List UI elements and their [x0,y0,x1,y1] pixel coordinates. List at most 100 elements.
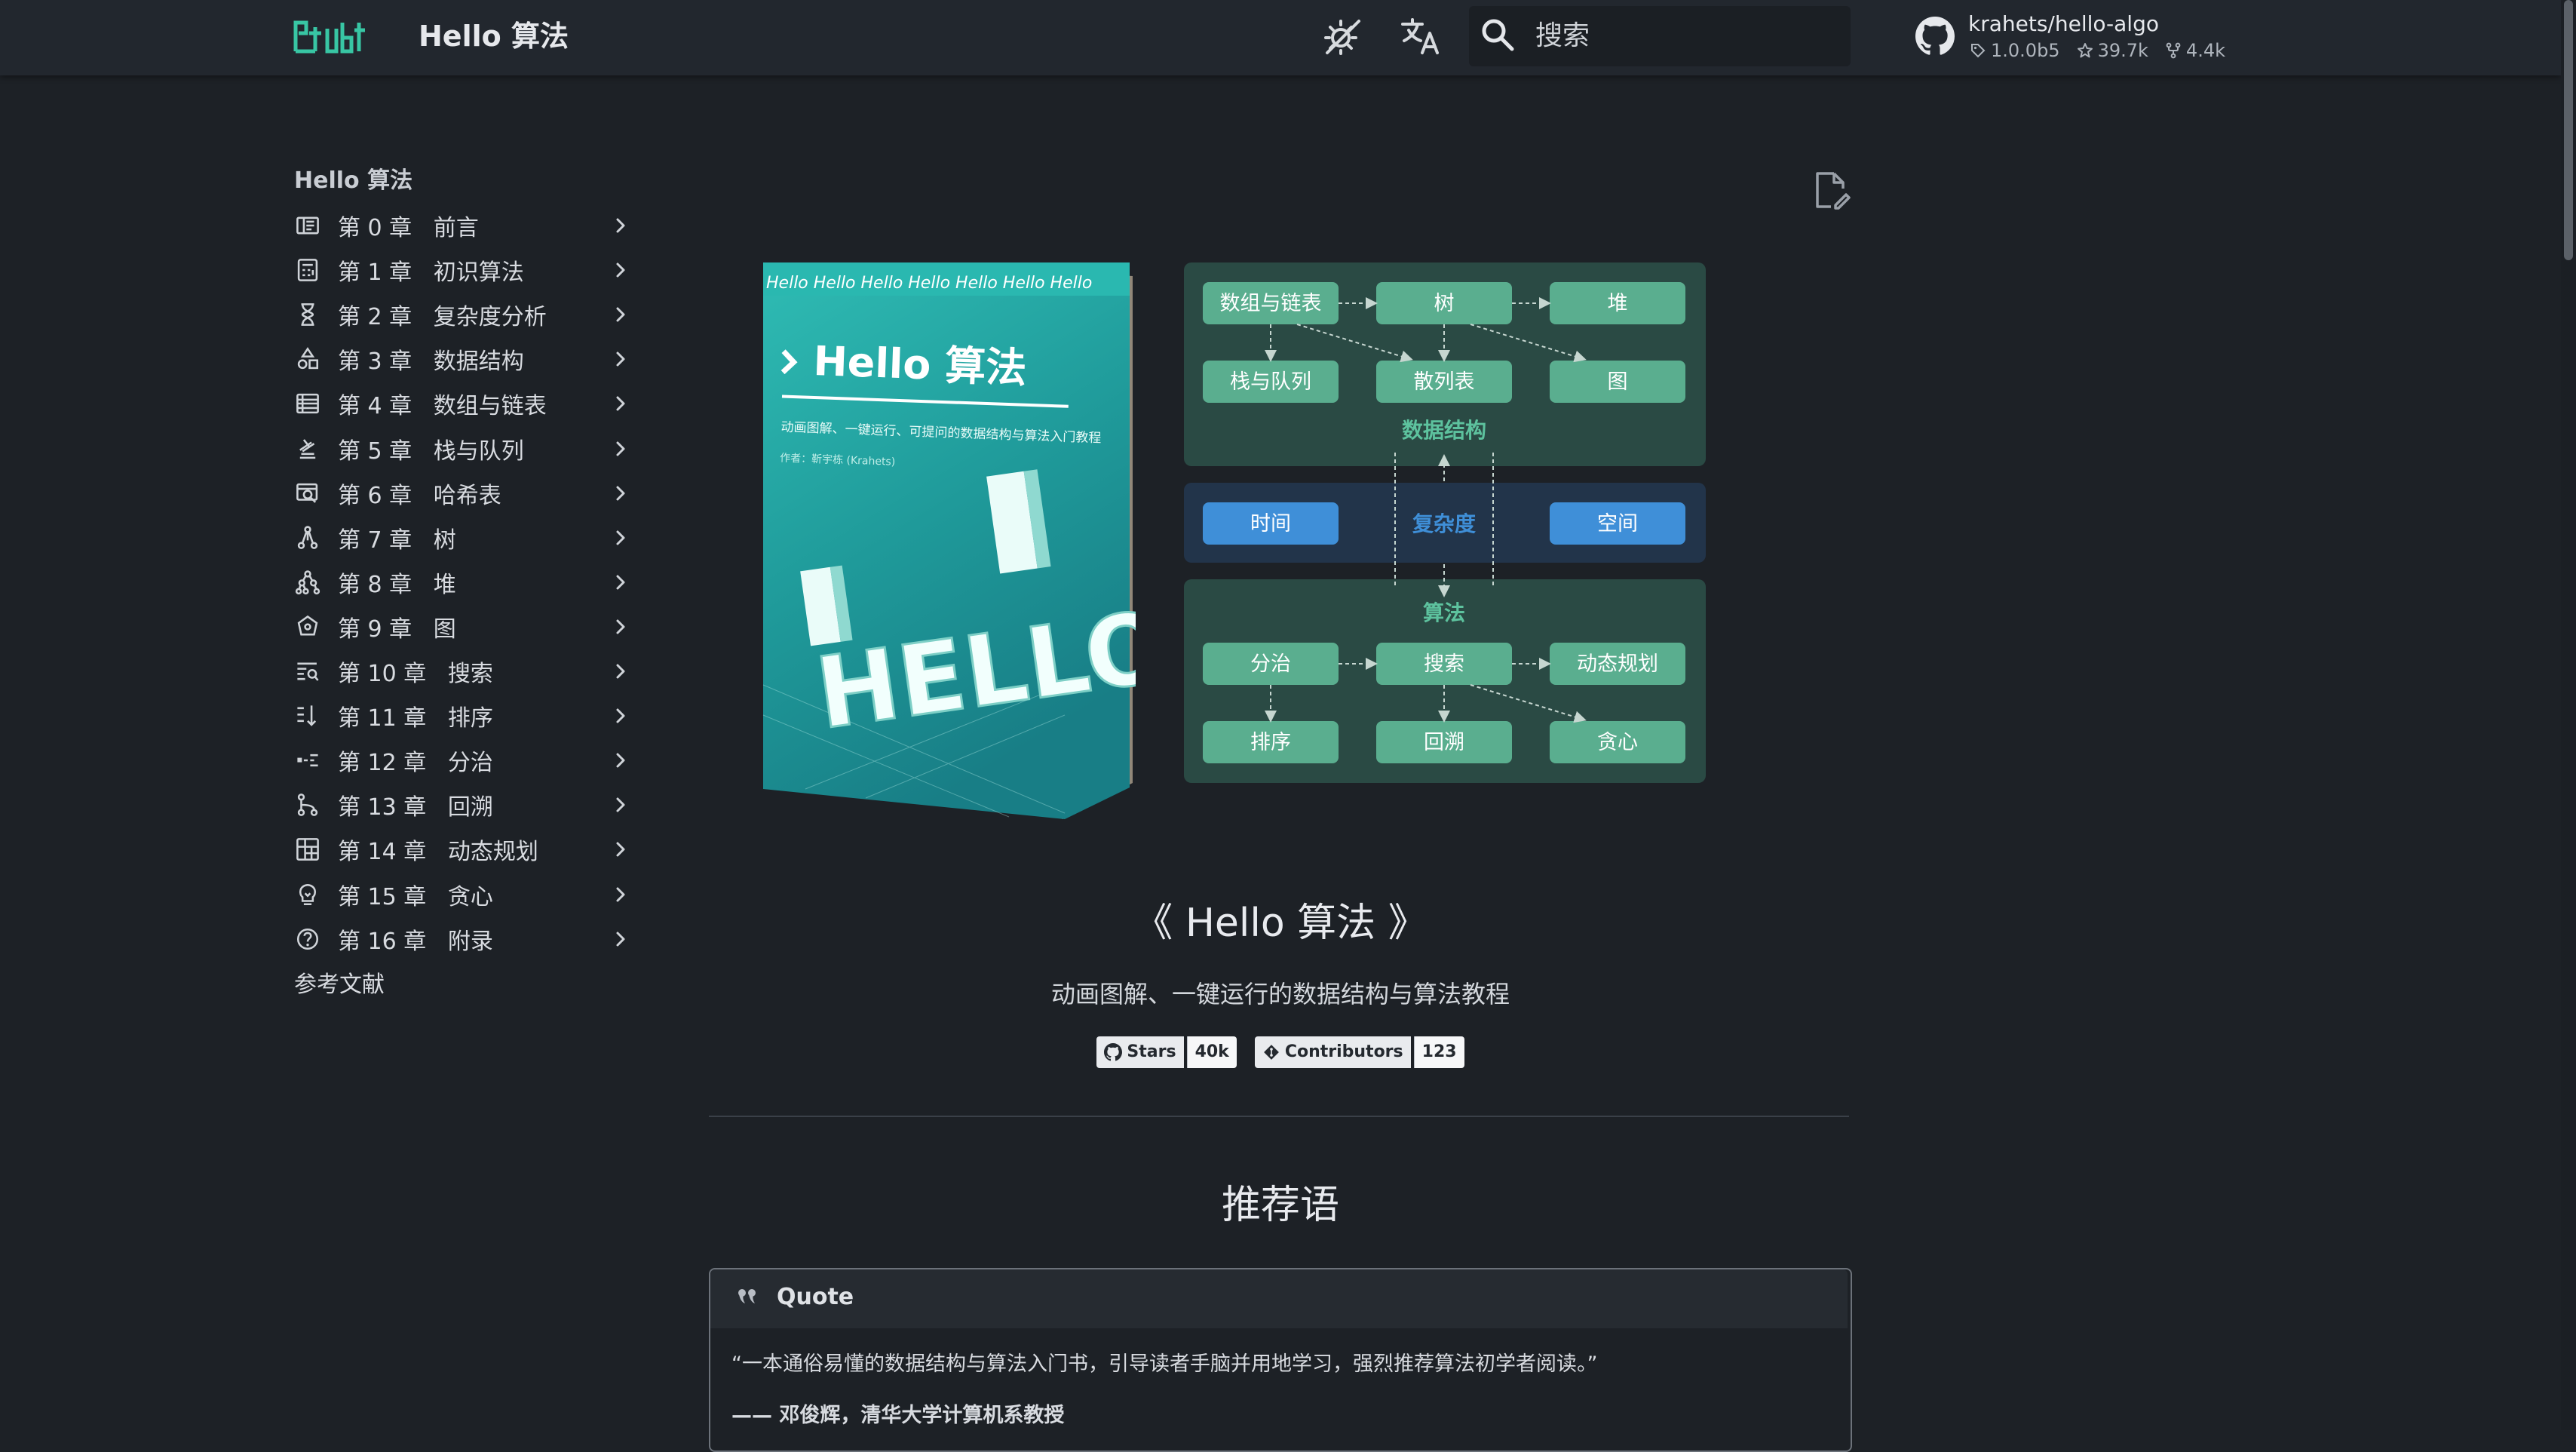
chevron-right-icon[interactable] [609,615,632,638]
grid-icon [293,834,323,864]
sidebar-item[interactable]: 第 8 章 堆 [293,563,632,601]
section-title: 推荐语 [1221,1183,1339,1228]
search-placeholder[interactable]: 搜索 [1535,17,1590,56]
nav-heading[interactable]: Hello 算法 [294,164,412,198]
chevron-right-icon[interactable] [609,928,632,950]
search-field[interactable] [1469,6,1851,66]
badge-label-text: Stars [1127,1042,1176,1061]
sidebar-item[interactable]: 第 5 章 栈与队列 [293,430,632,468]
diagram-node-label: 散列表 [1414,370,1475,394]
repo-forks-text: 4.4k [2185,40,2225,61]
shapes-icon [293,344,323,374]
repo-version-text: 1.0.0b5 [1991,40,2060,61]
chevron-right-icon[interactable] [609,794,632,816]
chevron-right-icon[interactable] [609,571,632,594]
sidebar-item[interactable]: 第 11 章 排序 [293,697,632,735]
sidebar-item[interactable]: 第 10 章 搜索 [293,652,632,690]
chevron-right-icon[interactable] [609,526,632,549]
graph-icon [293,612,323,642]
sidebar-item[interactable]: 第 14 章 动态规划 [293,830,632,868]
sidebar-item-label: 第 9 章 图 [338,616,456,643]
book-cover-image: Hello Hello Hello Hello Hello Hello Hell… [762,262,1136,819]
diagram-node-label: 贪心 [1597,731,1638,754]
edit-page-icon[interactable] [1811,170,1851,210]
sidebar-item-label: 第 15 章 贪心 [338,884,493,910]
sidebar-item[interactable]: 第 6 章 哈希表 [293,474,632,512]
divider [709,1116,1849,1117]
chevron-right-icon[interactable] [609,392,632,415]
theme-toggle-icon[interactable] [1321,15,1363,57]
quote-header [710,1269,1848,1328]
sidebar-item-label: 第 4 章 数组与链表 [338,393,547,419]
translate-icon[interactable] [1400,15,1442,57]
chevron-right-icon[interactable] [609,838,632,861]
sidebar-item-label: 第 16 章 附录 [338,929,493,955]
chevron-right-icon[interactable] [609,214,632,237]
chevron-right-icon[interactable] [609,749,632,772]
github-icon [1104,1043,1123,1061]
sidebar-item-label: 第 8 章 堆 [338,572,456,598]
sidebar-item-label: 第 13 章 回溯 [338,794,493,821]
sidebar-item-label: 第 7 章 树 [338,527,456,554]
sidebar-item[interactable]: 第 9 章 图 [293,608,632,646]
table-search-icon [293,478,323,508]
diagram-node-label: 分治 [1250,652,1291,676]
sidebar-item[interactable]: 第 7 章 树 [293,519,632,557]
sidebar-item[interactable]: 第 1 章 初识算法 [293,251,632,289]
sidebar-item[interactable]: 第 2 章 复杂度分析 [293,296,632,333]
git-icon [1263,1045,1279,1060]
stack-icon [293,434,323,464]
sidebar-item-label: 第 0 章 前言 [338,215,479,241]
sidebar-item[interactable]: 第 0 章 前言 [293,207,632,244]
sidebar-item[interactable]: 第 16 章 附录 [293,920,632,958]
diagram-node-label: 时间 [1250,512,1291,536]
sidebar-item[interactable]: 第 15 章 贪心 [293,876,632,913]
repo-stars-text: 39.7k [2097,40,2148,61]
stars-badge[interactable]: Stars 40k [1096,1036,1237,1068]
sidebar-item-label: 第 1 章 初识算法 [338,259,524,286]
badge-row: Stars 40k Contributors 123 [709,1036,1852,1068]
sidebar-item[interactable]: 第 13 章 回溯 [293,786,632,824]
sidebar-item-label: 第 6 章 哈希表 [338,483,501,509]
sidebar-item[interactable]: 第 3 章 数据结构 [293,340,632,378]
sidebar-item-label: 第 12 章 分治 [338,750,493,776]
diagram-node-label: 空间 [1597,512,1638,536]
chevron-right-icon[interactable] [609,348,632,370]
contributors-badge[interactable]: Contributors 123 [1254,1036,1464,1068]
sidebar-item[interactable]: 第 12 章 分治 [293,741,632,779]
chevron-right-icon[interactable] [609,883,632,906]
chevron-right-icon[interactable] [609,303,632,326]
quote-author: —— 邓俊辉，清华大学计算机系教授 [731,1404,1065,1427]
sidebar-item[interactable]: 第 4 章 数组与链表 [293,385,632,422]
fork-icon [2166,42,2181,59]
repo-facts[interactable]: 1.0.0b5 39.7k 4.4k [1970,39,2225,62]
sidebar-item-label: 第 14 章 动态规划 [338,839,538,865]
sidebar-item-references[interactable]: 参考文献 [294,969,385,1002]
site-title[interactable]: Hello 算法 [419,17,569,56]
sidebar-item-label: 第 11 章 排序 [338,705,493,732]
scrollbar-thumb[interactable] [2564,0,2573,260]
split-icon [293,745,323,775]
structure-diagram: 数组与链表 树 堆 栈与队列 散列表 图 数据结构 时间 空间 复杂度 算法 分… [1184,262,1706,783]
chevron-right-icon[interactable] [609,482,632,505]
page-subtitle: 动画图解、一键运行的数据结构与算法教程 [1050,980,1510,1008]
badge-label: Stars [1096,1036,1184,1068]
repo-name[interactable]: krahets/hello-algo [1968,11,2159,38]
algorithm-label: 算法 [1423,600,1465,625]
chevron-right-icon[interactable] [609,437,632,460]
chevron-right-icon[interactable] [609,705,632,727]
badge-label-text: Contributors [1284,1042,1403,1061]
repo-stars: 39.7k [2077,39,2148,62]
tag-icon [1971,44,1986,58]
diagram-node-label: 数组与链表 [1220,292,1322,315]
calculator-icon [293,255,323,285]
chevron-right-icon[interactable] [609,660,632,683]
chevron-right-icon[interactable] [609,259,632,281]
diagram-node-label: 回溯 [1424,731,1464,754]
diagram-node-label: 堆 [1608,292,1628,315]
help-icon [293,924,323,954]
search-icon [1482,19,1514,51]
site-logo[interactable] [293,17,366,56]
cover-strip: Hello Hello Hello Hello Hello Hello Hell… [766,274,1092,293]
github-icon[interactable] [1915,17,1955,56]
